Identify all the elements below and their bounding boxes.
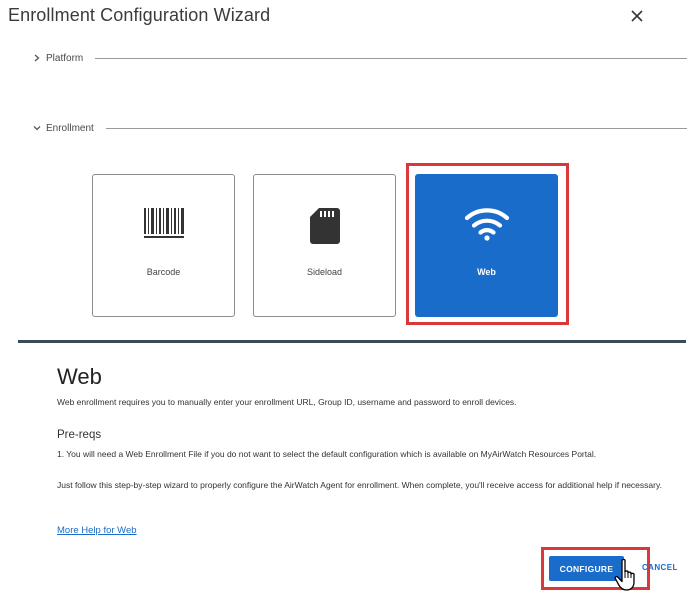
section-platform[interactable]: Platform <box>32 50 687 66</box>
detail-title: Web <box>57 364 102 389</box>
close-button[interactable] <box>628 7 646 25</box>
dialog-title: Enrollment Configuration Wizard <box>8 5 271 25</box>
option-barcode[interactable]: Barcode <box>92 174 235 317</box>
option-label: Barcode <box>146 267 181 277</box>
section-enrollment[interactable]: Enrollment <box>32 120 687 136</box>
section-platform-label: Platform <box>46 52 84 64</box>
prereq-item: 1. You will need a Web Enrollment File i… <box>57 449 597 459</box>
option-sideload[interactable]: Sideload <box>253 174 396 317</box>
panel-divider <box>18 340 686 343</box>
detail-description: Web enrollment requires you to manually … <box>57 397 517 407</box>
configure-button[interactable]: CONFIGURE <box>549 556 624 581</box>
cancel-button[interactable]: CANCEL <box>642 563 678 572</box>
help-link[interactable]: More Help for Web <box>57 525 137 536</box>
section-divider <box>95 57 687 59</box>
option-label: Web <box>477 267 496 277</box>
sd-card-icon <box>309 208 340 244</box>
close-icon[interactable] <box>628 7 646 25</box>
barcode-icon <box>143 208 184 238</box>
section-enrollment-label: Enrollment <box>46 122 94 134</box>
option-label: Sideload <box>306 267 343 277</box>
instructions-text: Just follow this step-by-step wizard to … <box>57 480 662 490</box>
option-web[interactable]: Web <box>415 174 558 317</box>
section-divider <box>105 127 687 129</box>
chevron-down-icon <box>33 126 41 131</box>
chevron-right-icon <box>34 54 40 62</box>
prereqs-heading: Pre-reqs <box>57 429 102 441</box>
wifi-icon <box>464 208 509 241</box>
